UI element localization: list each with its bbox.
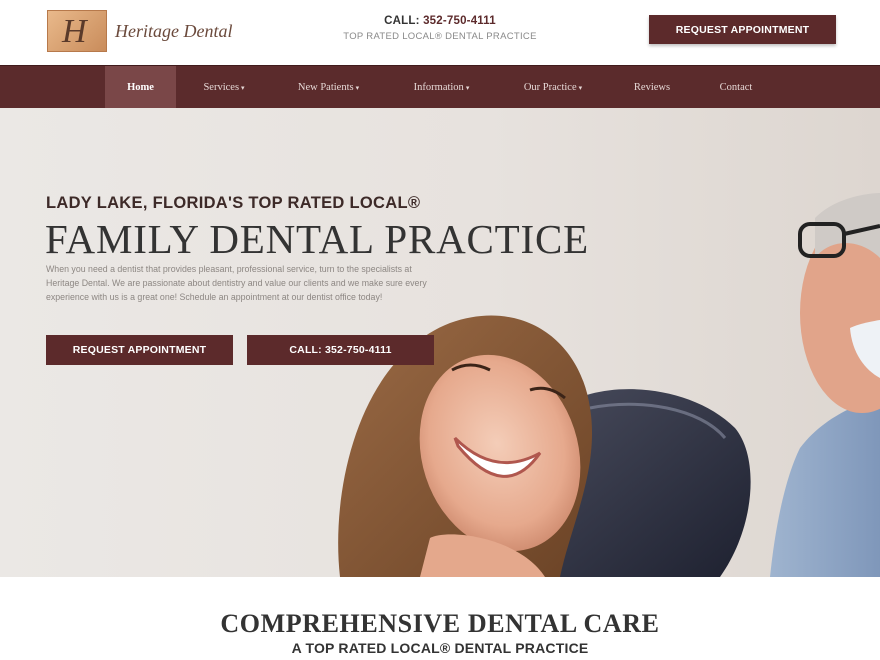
- chevron-down-icon: ▾: [465, 84, 470, 92]
- logo[interactable]: H Heritage Dental: [47, 9, 247, 53]
- section-subtitle: A TOP RATED LOCAL® DENTAL PRACTICE: [291, 640, 589, 656]
- chevron-down-icon: ▾: [241, 84, 245, 92]
- nav-item-home[interactable]: Home: [105, 66, 176, 109]
- header-call-number[interactable]: 352-750-4111: [423, 15, 496, 27]
- nav-item-services[interactable]: Services ▾: [188, 66, 260, 109]
- header-call-label: CALL:: [384, 15, 420, 27]
- header-tagline: TOP RATED LOCAL® DENTAL PRACTICE: [343, 31, 537, 42]
- header-request-appointment-button[interactable]: REQUEST APPOINTMENT: [649, 15, 836, 44]
- nav-item-label: Services: [203, 82, 240, 93]
- section-title: COMPREHENSIVE DENTAL CARE: [220, 609, 660, 638]
- hero-subtitle: LADY LAKE, FLORIDA'S TOP RATED LOCAL®: [46, 194, 421, 212]
- header-call-line[interactable]: CALL: 352-750-4111: [340, 15, 540, 27]
- logo-mark-letter: H: [62, 13, 87, 50]
- hero-banner: LADY LAKE, FLORIDA'S TOP RATED LOCAL® FA…: [0, 108, 880, 577]
- nav-item-label: Reviews: [633, 82, 671, 93]
- logo-text: Heritage Dental: [115, 20, 233, 41]
- logo-mark: H: [47, 10, 107, 52]
- nav-item-our-practice[interactable]: Our Practice ▾: [508, 66, 598, 109]
- chevron-down-icon: ▾: [355, 84, 360, 92]
- chevron-down-icon: ▾: [578, 84, 583, 92]
- header-call-block: CALL: 352-750-4111 TOP RATED LOCAL® DENT…: [340, 15, 540, 42]
- hero-description: When you need a dentist that provides pl…: [46, 264, 427, 302]
- main-nav: Home Services ▾ New Patients ▾ Information…: [0, 65, 880, 109]
- nav-item-new-patients[interactable]: New Patients ▾: [281, 66, 376, 109]
- nav-item-label: Information: [413, 82, 464, 93]
- nav-item-label: New Patients: [297, 82, 354, 93]
- nav-item-contact[interactable]: Contact: [706, 66, 766, 109]
- nav-item-information[interactable]: Information ▾: [398, 66, 485, 109]
- hero-call-button[interactable]: CALL: 352-750-4111: [247, 335, 434, 365]
- nav-item-reviews[interactable]: Reviews: [622, 66, 682, 109]
- hero-title: FAMILY DENTAL PRACTICE: [45, 216, 589, 262]
- nav-item-label: Our Practice: [523, 82, 577, 93]
- nav-item-label: Contact: [719, 82, 753, 93]
- hero-request-appointment-button[interactable]: REQUEST APPOINTMENT: [46, 335, 233, 365]
- site-header: H Heritage Dental CALL: 352-750-4111 TOP…: [0, 0, 880, 66]
- nav-item-label: Home: [127, 82, 154, 93]
